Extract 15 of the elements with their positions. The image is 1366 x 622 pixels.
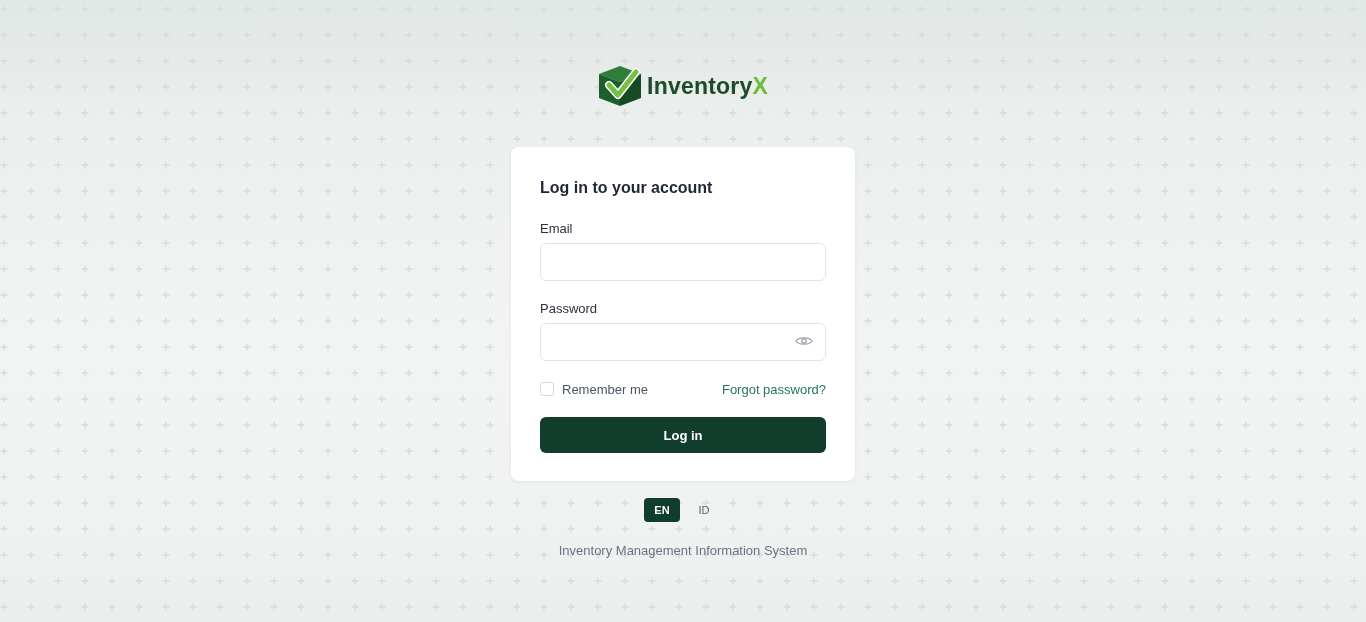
- remember-me-label[interactable]: Remember me: [562, 381, 648, 397]
- remember-checkbox[interactable]: [540, 382, 554, 396]
- brand-name: InventoryX: [647, 72, 768, 100]
- password-field[interactable]: [540, 323, 826, 361]
- eye-icon[interactable]: [795, 335, 813, 347]
- email-field[interactable]: [540, 243, 826, 281]
- field-label: Password: [540, 301, 599, 317]
- form-title: Log in to your account: [540, 178, 714, 198]
- box-check-logo-icon: [598, 65, 643, 107]
- forgot-password-link[interactable]: Forgot password?: [721, 381, 826, 397]
- language-tab[interactable]: ID: [686, 498, 722, 522]
- language-tab[interactable]: EN: [644, 498, 680, 522]
- field-label: Email: [540, 221, 574, 237]
- login-button[interactable]: Log in: [540, 417, 826, 453]
- footer-text: Inventory Management Information System: [558, 543, 808, 559]
